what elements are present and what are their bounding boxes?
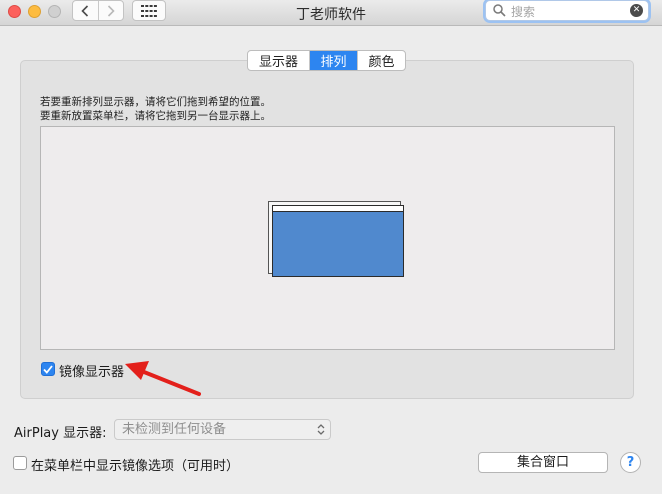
- gather-windows-button[interactable]: 集合窗口: [478, 452, 608, 473]
- instruction-text-2: 要重新放置菜单栏，请将它拖到另一台显示器上。: [40, 110, 271, 122]
- updown-chevron-icon: [317, 424, 325, 435]
- clear-icon[interactable]: ✕: [630, 4, 643, 17]
- menubar-mirroring-checkbox[interactable]: [13, 456, 27, 470]
- menu-bar-indicator[interactable]: [273, 206, 403, 212]
- checkmark-icon: [43, 364, 53, 374]
- mirror-displays-label[interactable]: 镜像显示器: [59, 361, 124, 380]
- search-field[interactable]: 搜索 ✕: [485, 0, 649, 21]
- display-front[interactable]: [272, 205, 404, 277]
- menubar-mirroring-label[interactable]: 在菜单栏中显示镜像选项（可用时）: [31, 455, 239, 474]
- tab-bar: 显示器 排列 颜色: [247, 50, 406, 71]
- tab-arrangement[interactable]: 排列: [309, 51, 357, 70]
- help-button[interactable]: ?: [620, 452, 641, 473]
- airplay-selected-value: 未检测到任何设备: [122, 422, 227, 437]
- title-bar: 丁老师软件 搜索 ✕: [0, 0, 662, 26]
- search-icon: [493, 4, 506, 17]
- tab-displays[interactable]: 显示器: [248, 51, 309, 70]
- airplay-label: AirPlay 显示器:: [14, 426, 107, 441]
- tab-color[interactable]: 颜色: [357, 51, 405, 70]
- search-placeholder: 搜索: [511, 5, 536, 19]
- airplay-select[interactable]: 未检测到任何设备: [114, 419, 331, 440]
- red-arrow-annotation: [125, 361, 201, 396]
- mirror-displays-checkbox[interactable]: [41, 362, 55, 376]
- instruction-text-1: 若要重新排列显示器，请将它们拖到希望的位置。: [40, 96, 271, 108]
